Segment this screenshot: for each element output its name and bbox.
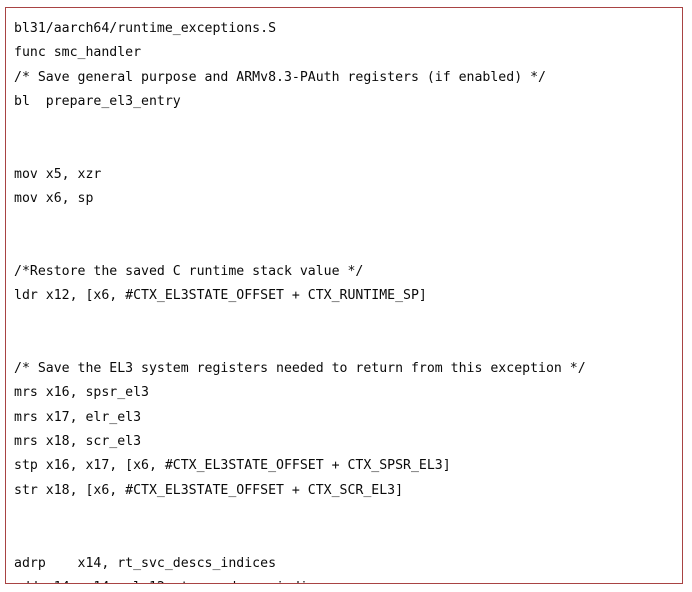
code-line: mrs x16, spsr_el3	[14, 385, 149, 401]
code-line: ldr x12, [x6, #CTX_EL3STATE_OFFSET + CTX…	[14, 288, 427, 304]
code-line: mrs x17, elr_el3	[14, 409, 142, 425]
code-line: func smc_handler	[14, 45, 142, 61]
code-line: mov x5, xzr	[14, 166, 102, 182]
code-line: bl31/aarch64/runtime_exceptions.S	[14, 21, 277, 36]
code-line: stp x16, x17, [x6, #CTX_EL3STATE_OFFSET …	[14, 458, 451, 474]
code-line: add x14, x14, :lo12:rt_svc_descs_indices	[14, 576, 680, 583]
screenshot-root: bl31/aarch64/runtime_exceptions.Sfunc sm…	[0, 0, 692, 592]
code-line: mov x6, sp	[14, 191, 94, 207]
code-line: bl prepare_el3_entry	[14, 93, 181, 109]
code-line: /* Save the EL3 system registers needed …	[14, 361, 586, 377]
code-line: /*Restore the saved C runtime stack valu…	[14, 263, 364, 279]
code-listing: bl31/aarch64/runtime_exceptions.Sfunc sm…	[14, 17, 680, 583]
code-block-frame: bl31/aarch64/runtime_exceptions.Sfunc sm…	[5, 7, 683, 584]
code-line: mrs x18, scr_el3	[14, 434, 142, 450]
code-line: adrp x14, rt_svc_descs_indices	[14, 555, 277, 571]
code-line: /* Save general purpose and ARMv8.3-PAut…	[14, 69, 546, 85]
code-line: str x18, [x6, #CTX_EL3STATE_OFFSET + CTX…	[14, 482, 404, 498]
